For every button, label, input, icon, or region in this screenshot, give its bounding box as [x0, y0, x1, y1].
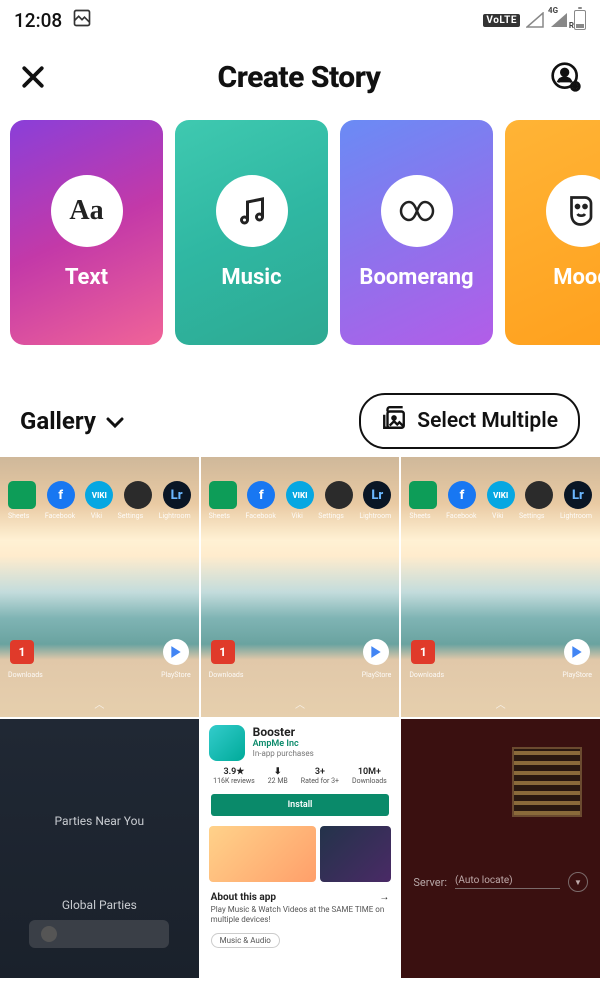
app-icon: f	[47, 481, 75, 509]
story-type-label: Text	[65, 265, 108, 290]
story-type-label: Music	[221, 265, 281, 290]
arrow-right-icon: →	[379, 892, 389, 903]
install-button: Install	[211, 794, 390, 816]
gallery-indicator-icon	[72, 8, 92, 33]
gallery-thumbnail[interactable]: Parties Near You Global Parties	[0, 719, 199, 979]
app-icon: VIKI	[85, 481, 113, 509]
gallery-thumbnail[interactable]: fVIKILr SheetsFacebookVikiSettingsLightr…	[401, 457, 600, 717]
boomerang-icon	[381, 175, 453, 247]
about-description: Play Music & Watch Videos at the SAME TI…	[201, 903, 400, 928]
page-title: Create Story	[218, 60, 381, 95]
gallery-thumbnail[interactable]: Server: (Auto locate) ▼	[401, 719, 600, 979]
signal-empty-icon	[526, 12, 544, 28]
status-bar: 12:08 VoLTE 4G R	[0, 0, 600, 40]
mood-icon	[546, 175, 600, 247]
app-icon: Lr	[163, 481, 191, 509]
about-header: About this app→	[201, 888, 400, 903]
gallery-bar: Gallery Select Multiple	[0, 397, 600, 445]
story-type-music[interactable]: Music	[175, 120, 328, 345]
volte-badge: VoLTE	[483, 14, 520, 27]
text-icon: Aa	[51, 175, 123, 247]
gallery-thumbnail[interactable]: Booster AmpMe Inc In-app purchases 3.9★1…	[201, 719, 400, 979]
store-developer: AmpMe Inc	[253, 739, 314, 749]
signal-data-icon: 4G R	[550, 12, 568, 28]
privacy-settings-icon[interactable]	[550, 61, 582, 93]
status-time: 12:08	[14, 9, 62, 32]
dropdown-icon: ▼	[568, 872, 588, 892]
story-type-text[interactable]: Aa Text	[10, 120, 163, 345]
chevron-up-icon: ︿	[94, 696, 104, 711]
gallery-source-dropdown[interactable]: Gallery	[20, 407, 124, 435]
app-icon	[124, 481, 152, 509]
app-store-icon	[209, 725, 245, 761]
gallery-source-label: Gallery	[20, 407, 96, 435]
thumb-text: Parties Near You	[55, 814, 145, 828]
app-icon	[8, 481, 36, 509]
store-app-title: Booster	[253, 725, 314, 739]
multi-image-icon	[381, 405, 407, 437]
gallery-grid: f VIKI Lr SheetsFacebookVikiSettingsLigh…	[0, 457, 600, 978]
store-stats: 3.9★116K reviews ⬇22 MB 3+Rated for 3+ 1…	[201, 763, 400, 790]
thumb-text: Global Parties	[0, 898, 199, 912]
battery-icon	[574, 10, 586, 30]
story-type-label: Mood	[553, 265, 600, 290]
thumb-graphic	[512, 747, 582, 817]
thumb-card	[29, 920, 169, 948]
store-iap: In-app purchases	[253, 749, 314, 758]
server-label: Server:	[413, 876, 447, 889]
header: Create Story	[0, 40, 600, 114]
gallery-thumbnail[interactable]: fVIKILr SheetsFacebookVikiSettingsLightr…	[201, 457, 400, 717]
store-screenshots	[201, 820, 400, 888]
select-multiple-label: Select Multiple	[417, 409, 558, 433]
story-type-mood[interactable]: Mood	[505, 120, 600, 345]
close-icon[interactable]	[18, 62, 48, 92]
category-chip: Music & Audio	[211, 933, 280, 948]
music-icon	[216, 175, 288, 247]
story-type-carousel[interactable]: Aa Text Music Boomerang Mood	[0, 120, 600, 345]
chevron-down-icon	[106, 407, 124, 435]
select-multiple-button[interactable]: Select Multiple	[359, 393, 580, 449]
server-value: (Auto locate)	[455, 875, 560, 889]
play-store-icon	[163, 639, 189, 665]
gallery-thumbnail[interactable]: f VIKI Lr SheetsFacebookVikiSettingsLigh…	[0, 457, 199, 717]
story-type-label: Boomerang	[359, 265, 473, 290]
badge-icon: 1	[10, 640, 34, 664]
story-type-boomerang[interactable]: Boomerang	[340, 120, 493, 345]
